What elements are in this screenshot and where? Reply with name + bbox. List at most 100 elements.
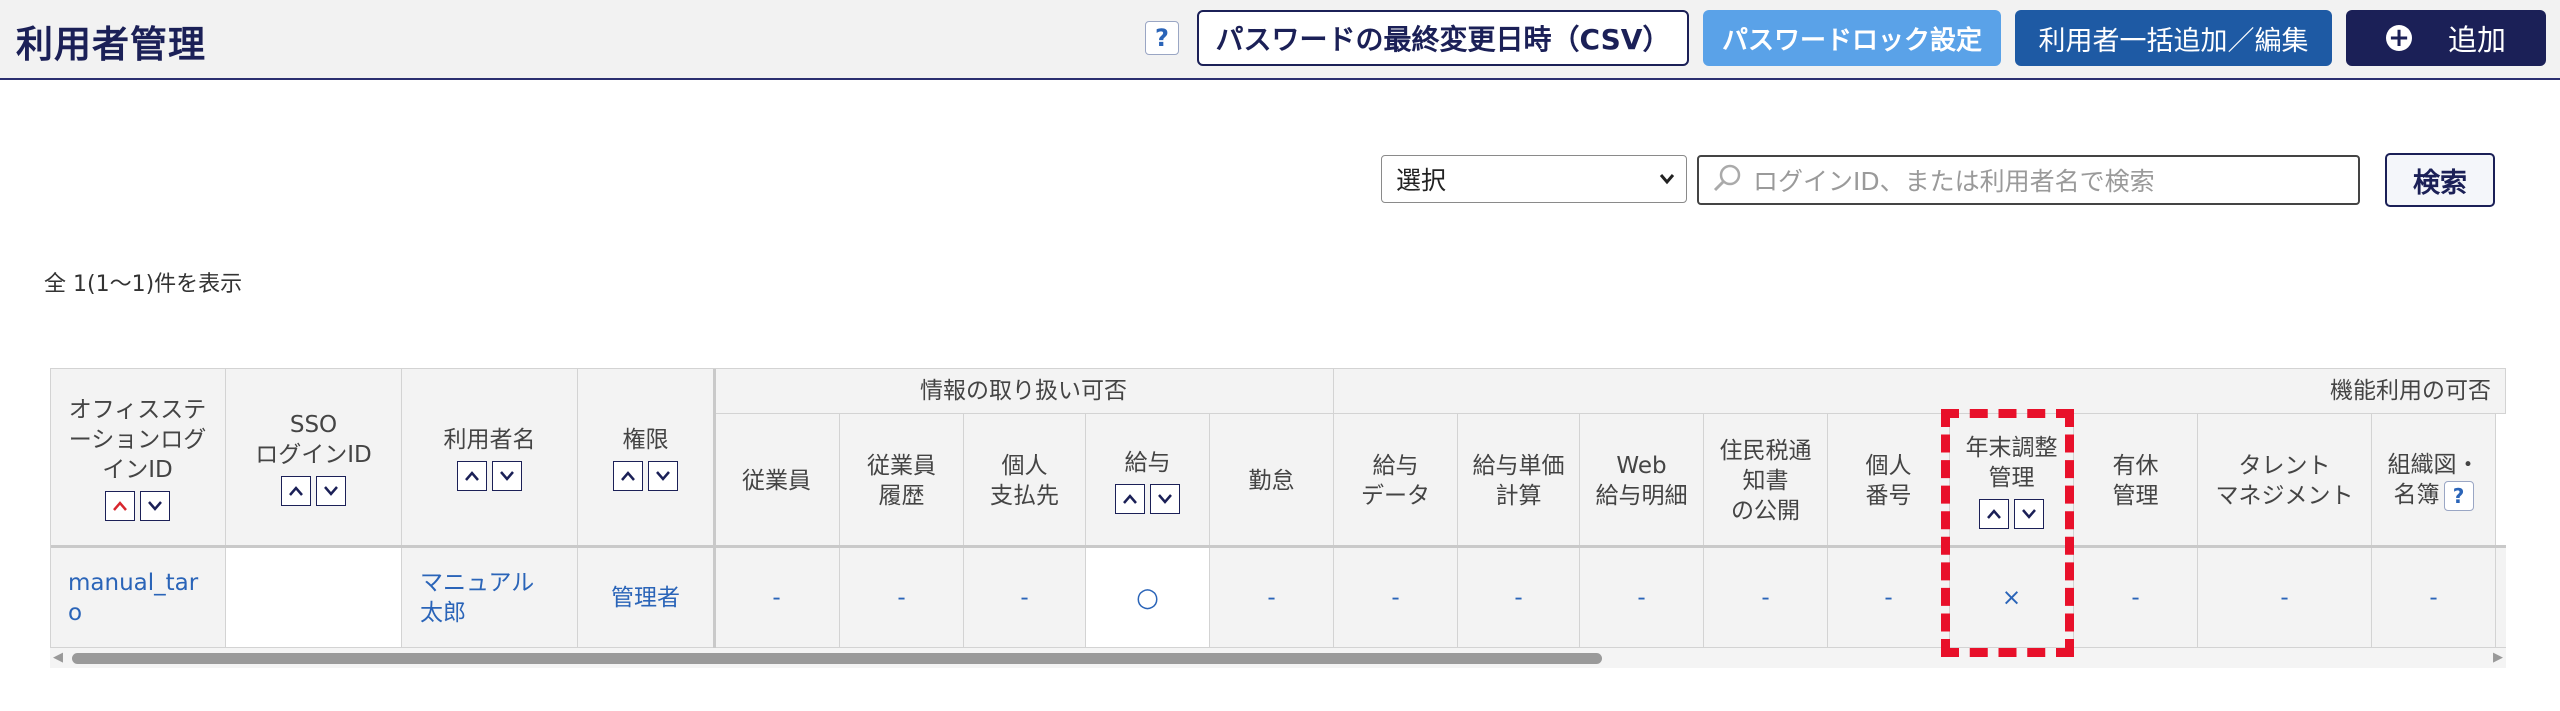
header-my-number: 個人 番号 xyxy=(1828,414,1950,548)
cell-org-chart: - xyxy=(2372,548,2496,648)
cell-salary-unit-calc: - xyxy=(1458,548,1580,648)
header-text: タレント xyxy=(2238,452,2331,479)
page-header: 利用者管理 ? パスワードの最終変更日時（CSV） パスワードロック設定 利用者… xyxy=(0,0,2560,80)
horizontal-scrollbar[interactable]: ◀ ▶ xyxy=(50,648,2506,668)
search-button[interactable]: 検索 xyxy=(2385,153,2495,207)
header-text: 住民税通 xyxy=(1719,437,1812,464)
header-text: Web xyxy=(1616,452,1667,479)
cell-user-name[interactable]: マニュアル 太郎 xyxy=(402,548,578,648)
header-text: 年末調整 xyxy=(1965,434,2058,461)
cell-text: マニュアル xyxy=(420,569,535,596)
sort-buttons xyxy=(613,460,678,491)
help-icon[interactable]: ? xyxy=(2443,480,2474,511)
header-text: 有休 xyxy=(2112,452,2159,479)
search-icon xyxy=(1711,162,1743,198)
password-csv-button[interactable]: パスワードの最終変更日時（CSV） xyxy=(1197,10,1689,66)
sort-down-icon[interactable] xyxy=(648,460,678,491)
header-salary: 給与 xyxy=(1086,414,1210,548)
header-role: 権限 xyxy=(578,368,714,548)
header-user-name: 利用者名 xyxy=(402,368,578,548)
header-text: 個人 xyxy=(1865,452,1912,479)
scroll-right-icon[interactable]: ▶ xyxy=(2493,650,2503,665)
header-employee: 従業員 xyxy=(714,414,840,548)
header-text: 給与単価 xyxy=(1472,452,1565,479)
header-text: 計算 xyxy=(1495,482,1542,509)
header-text: 従業員 xyxy=(867,452,936,479)
sort-up-icon[interactable] xyxy=(457,460,487,491)
header-resident-tax: 住民税通 知書 の公開 xyxy=(1704,414,1828,548)
header-text: マネジメント xyxy=(2215,482,2354,509)
sort-down-icon[interactable] xyxy=(2014,498,2044,529)
sort-buttons xyxy=(1979,498,2044,529)
header-office-login-id: オフィスステ ーションログ インID xyxy=(50,368,226,548)
group-header-feature: 機能利用の可否 xyxy=(1334,368,2506,414)
header-year-end: 年末調整 管理 xyxy=(1950,414,2074,548)
header-text: 履歴 xyxy=(878,482,925,509)
cell-role[interactable]: 管理者 xyxy=(578,548,714,648)
search-placeholder: ログインID、または利用者名で検索 xyxy=(1753,167,2155,196)
sort-up-icon[interactable] xyxy=(105,490,135,521)
cell-paid-leave: - xyxy=(2074,548,2198,648)
header-salary-unit-calc: 給与単価 計算 xyxy=(1458,414,1580,548)
sort-down-icon[interactable] xyxy=(316,475,346,506)
chevron-down-icon xyxy=(1658,166,1676,195)
user-table: オフィスステ ーションログ インID SSO ログインID 利用者名 権限 情報… xyxy=(50,368,2506,648)
header-text: 給与明細 xyxy=(1595,482,1688,509)
cell-text: 太郎 xyxy=(420,599,466,626)
header-text: 知書 xyxy=(1742,467,1789,494)
add-user-button[interactable]: + 追加 xyxy=(2346,10,2546,66)
column-divider xyxy=(713,368,716,648)
header-text: 個人 xyxy=(1001,452,1048,479)
header-text: SSO xyxy=(289,411,338,438)
cell-attendance: - xyxy=(1210,548,1334,648)
sort-up-icon[interactable] xyxy=(281,475,311,506)
cell-my-number: - xyxy=(1828,548,1950,648)
sort-up-icon[interactable] xyxy=(1115,483,1145,514)
header-text: インID xyxy=(102,456,173,483)
cell-salary: ○ xyxy=(1086,548,1210,648)
header-text: の公開 xyxy=(1731,497,1800,524)
sort-up-icon[interactable] xyxy=(1979,498,2009,529)
header-text: 利用者名 xyxy=(443,426,536,453)
header-text: 権限 xyxy=(622,426,669,453)
header-divider xyxy=(50,545,2506,548)
sort-down-icon[interactable] xyxy=(140,490,170,521)
bulk-edit-button[interactable]: 利用者一括追加／編集 xyxy=(2015,10,2332,66)
sort-buttons xyxy=(1115,483,1180,514)
cell-text: o xyxy=(68,599,83,626)
cell-text: manual_tar xyxy=(68,569,199,596)
header-text-with-help: 名簿? xyxy=(2394,480,2474,511)
add-button-label: 追加 xyxy=(2447,23,2506,57)
header-employee-history: 従業員 履歴 xyxy=(840,414,964,548)
header-text: データ xyxy=(1361,482,1430,509)
help-icon[interactable]: ? xyxy=(1145,21,1179,55)
sort-up-icon[interactable] xyxy=(613,460,643,491)
cell-overflow xyxy=(2496,548,2506,648)
sort-down-icon[interactable] xyxy=(492,460,522,491)
scroll-left-icon[interactable]: ◀ xyxy=(53,650,63,665)
scrollbar-thumb[interactable] xyxy=(72,653,1602,664)
cell-login-id[interactable]: manual_tar o xyxy=(50,548,226,648)
cell-resident-tax: - xyxy=(1704,548,1828,648)
cell-talent: - xyxy=(2198,548,2372,648)
header-attendance: 勤怠 xyxy=(1210,414,1334,548)
cell-employee-history: - xyxy=(840,548,964,648)
sort-down-icon[interactable] xyxy=(1150,483,1180,514)
result-count: 全 1(1〜1)件を表示 xyxy=(44,272,243,297)
header-sso-login-id: SSO ログインID xyxy=(226,368,402,548)
sort-buttons xyxy=(105,490,170,521)
header-text: 名簿 xyxy=(2393,482,2440,509)
header-org-chart: 組織図・ 名簿? xyxy=(2372,414,2496,548)
cell-salary-data: - xyxy=(1334,548,1458,648)
header-talent: タレント マネジメント xyxy=(2198,414,2372,548)
header-text: 管理 xyxy=(2112,482,2159,509)
header-text: 従業員 xyxy=(742,467,811,494)
header-text: 給与 xyxy=(1124,449,1171,476)
sort-buttons xyxy=(457,460,522,491)
header-text: ログインID xyxy=(255,441,372,468)
cell-sso-id xyxy=(226,548,402,648)
filter-select-value: 選択 xyxy=(1396,166,1447,195)
password-lock-button[interactable]: パスワードロック設定 xyxy=(1703,10,2001,66)
search-input[interactable]: ログインID、または利用者名で検索 xyxy=(1697,155,2360,205)
filter-select[interactable]: 選択 xyxy=(1381,155,1687,203)
